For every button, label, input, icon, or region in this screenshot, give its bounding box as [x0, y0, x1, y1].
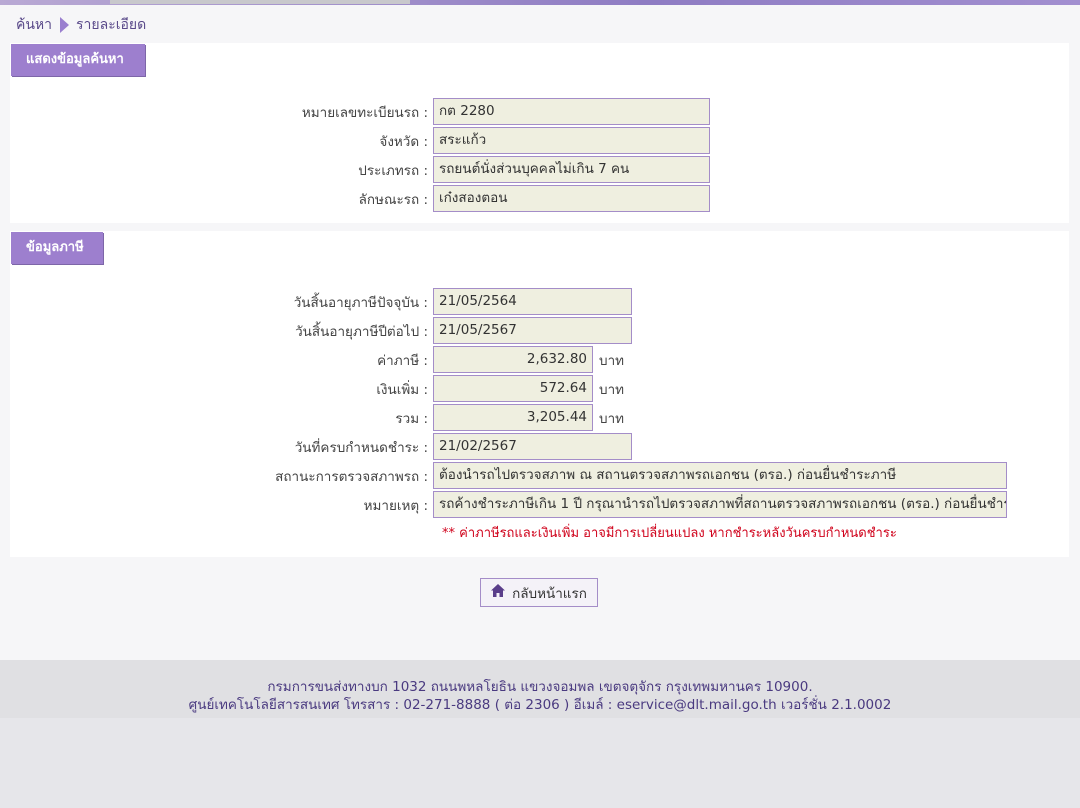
breadcrumb-arrow-icon [60, 17, 70, 33]
vehicle-type-row: ประเภทรถ : รถยนต์นั่งส่วนบุคคลไม่เกิน 7 … [10, 156, 710, 183]
province-field: สระแก้ว [433, 127, 710, 154]
inspection-status-label: สถานะการตรวจสภาพรถ : [275, 468, 428, 485]
vehicle-type-field: รถยนต์นั่งส่วนบุคคลไม่เกิน 7 คน [433, 156, 710, 183]
remark-field: รถค้างชำระภาษีเกิน 1 ปี กรุณานำรถไปตรวจส… [433, 491, 1007, 518]
total-field: 3,205.44 [433, 404, 593, 431]
total-label: รวม : [395, 410, 428, 427]
tax-amount-label: ค่าภาษี : [377, 352, 428, 369]
total-unit: บาท [599, 410, 625, 427]
footer: กรมการขนส่งทางบก 1032 ถนนพหลโยธิน แขวงจอ… [0, 660, 1080, 718]
due-date-field: 21/02/2567 [433, 433, 632, 460]
province-label: จังหวัด : [379, 133, 428, 150]
tax-amount-unit: บาท [599, 352, 625, 369]
footer-address: กรมการขนส่งทางบก 1032 ถนนพหลโยธิน แขวงจอ… [267, 679, 813, 695]
current-expiry-row: วันสิ้นอายุภาษีปัจจุบัน : 21/05/2564 [10, 288, 632, 315]
plate-number-field: กต 2280 [433, 98, 710, 125]
tax-change-warning: ** ค่าภาษีรถและเงินเพิ่ม อาจมีการเปลี่ยน… [442, 526, 897, 541]
page-content: ค้นหา รายละเอียด แสดงข้อมูลค้นหา หมายเลข… [0, 5, 1080, 660]
surcharge-field: 572.64 [433, 375, 593, 402]
vehicle-body-label: ลักษณะรถ : [358, 191, 428, 208]
remark-row: หมายเหตุ : รถค้างชำระภาษีเกิน 1 ปี กรุณา… [10, 491, 1007, 518]
surcharge-label: เงินเพิ่ม : [376, 381, 428, 398]
search-section-title: แสดงข้อมูลค้นหา [11, 44, 145, 76]
due-date-row: วันที่ครบกำหนดชำระ : 21/02/2567 [10, 433, 632, 460]
current-expiry-field: 21/05/2564 [433, 288, 632, 315]
back-to-home-button[interactable]: กลับหน้าแรก [480, 578, 598, 607]
plate-number-row: หมายเลขทะเบียนรถ : กต 2280 [10, 98, 710, 125]
remark-label: หมายเหตุ : [363, 497, 428, 514]
total-row: รวม : 3,205.44 บาท [10, 404, 624, 431]
inspection-status-row: สถานะการตรวจสภาพรถ : ต้องนำรถไปตรวจสภาพ … [10, 462, 1007, 489]
current-expiry-label: วันสิ้นอายุภาษีปัจจุบัน : [293, 294, 428, 311]
home-icon [491, 584, 506, 601]
tax-info-panel: ข้อมูลภาษี วันสิ้นอายุภาษีปัจจุบัน : 21/… [10, 231, 1069, 557]
due-date-label: วันที่ครบกำหนดชำระ : [294, 439, 428, 456]
next-expiry-row: วันสิ้นอายุภาษีปีต่อไป : 21/05/2567 [10, 317, 632, 344]
breadcrumb: ค้นหา รายละเอียด [16, 15, 146, 35]
tax-section-title: ข้อมูลภาษี [11, 232, 103, 264]
breadcrumb-home-link[interactable]: ค้นหา [16, 14, 52, 36]
inspection-status-field: ต้องนำรถไปตรวจสภาพ ณ สถานตรวจสภาพรถเอกชน… [433, 462, 1007, 489]
breadcrumb-current: รายละเอียด [76, 17, 147, 33]
vehicle-type-label: ประเภทรถ : [358, 162, 428, 179]
next-expiry-field: 21/05/2567 [433, 317, 632, 344]
search-result-panel: แสดงข้อมูลค้นหา หมายเลขทะเบียนรถ : กต 22… [10, 43, 1069, 223]
plate-number-label: หมายเลขทะเบียนรถ : [301, 104, 428, 121]
vehicle-body-row: ลักษณะรถ : เก๋งสองตอน [10, 185, 710, 212]
tax-amount-row: ค่าภาษี : 2,632.80 บาท [10, 346, 624, 373]
vehicle-body-field: เก๋งสองตอน [433, 185, 710, 212]
surcharge-row: เงินเพิ่ม : 572.64 บาท [10, 375, 624, 402]
next-expiry-label: วันสิ้นอายุภาษีปีต่อไป : [295, 323, 428, 340]
back-to-home-label: กลับหน้าแรก [512, 585, 587, 602]
province-row: จังหวัด : สระแก้ว [10, 127, 710, 154]
tax-amount-field: 2,632.80 [433, 346, 593, 373]
surcharge-unit: บาท [599, 381, 625, 398]
footer-contact: ศูนย์เทคโนโลยีสารสนเทศ โทรสาร : 02-271-8… [188, 697, 892, 713]
